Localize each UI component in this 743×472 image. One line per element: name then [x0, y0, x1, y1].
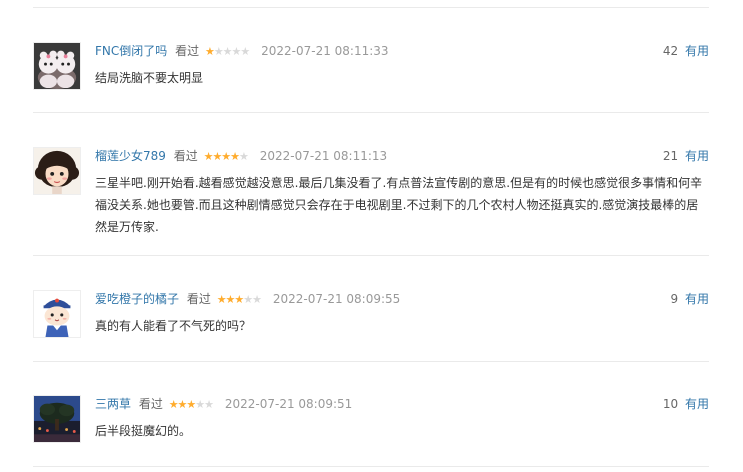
watch-status: 看过 — [186, 292, 211, 306]
useful-vote: 42 有用 — [663, 42, 709, 60]
avatar-image — [34, 291, 80, 337]
star-filled-icon: ★★★ — [216, 293, 245, 306]
star-filled-icon: ★★★★ — [203, 150, 240, 163]
comment-text: 结局洗脑不要太明显 — [95, 71, 204, 85]
useful-button[interactable]: 有用 — [685, 44, 709, 58]
rating-stars: ★★★★★ — [204, 43, 250, 61]
comment-text: 后半段挺魔幻的。 — [95, 424, 192, 438]
watch-status: 看过 — [175, 44, 200, 58]
useful-vote: 21 有用 — [663, 147, 709, 165]
username-link[interactable]: 榴莲少女789 — [95, 149, 166, 163]
avatar[interactable] — [33, 147, 81, 195]
avatar[interactable] — [33, 290, 81, 338]
comment-time: 2022-07-21 08:11:33 — [261, 44, 389, 58]
useful-button[interactable]: 有用 — [685, 292, 709, 306]
useful-button[interactable]: 有用 — [685, 397, 709, 411]
star-empty-icon: ★★ — [243, 293, 262, 306]
comment-item: 三两草 看过 ★★★★★ 2022-07-21 08:09:51 10 有用 后… — [33, 395, 709, 450]
divider — [33, 255, 709, 256]
divider — [33, 361, 709, 362]
star-filled-icon: ★ — [204, 45, 215, 58]
rating-stars: ★★★★★ — [168, 396, 214, 414]
divider — [33, 112, 709, 113]
watch-status: 看过 — [173, 149, 198, 163]
username-link[interactable]: 爱吃橙子的橘子 — [95, 292, 179, 306]
comment-item: 榴莲少女789 看过 ★★★★★ 2022-07-21 08:11:13 21 … — [33, 147, 709, 242]
useful-vote: 9 有用 — [671, 290, 709, 308]
comment-text: 真的有人能看了不气死的吗？ — [95, 319, 252, 333]
avatar-image — [34, 396, 80, 442]
comment-time: 2022-07-21 08:09:51 — [224, 397, 353, 411]
star-empty-icon: ★ — [239, 150, 249, 163]
comment-meta: 三两草 看过 ★★★★★ 2022-07-21 08:09:51 — [95, 395, 352, 413]
rating-stars: ★★★★★ — [203, 148, 249, 166]
comment-meta: FNC倒闭了吗 看过 ★★★★★ 2022-07-21 08:11:33 — [95, 42, 389, 60]
comment-text: 三星半吧.刚开始看.越看感觉越没意思.最后几集没看了.有点普法宣传剧的意思.但是… — [95, 176, 703, 234]
rating-stars: ★★★★★ — [216, 291, 262, 309]
avatar[interactable] — [33, 42, 81, 90]
useful-button[interactable]: 有用 — [685, 149, 709, 163]
divider — [33, 7, 709, 8]
star-empty-icon: ★★★★ — [213, 45, 250, 58]
useful-vote: 10 有用 — [663, 395, 709, 413]
comment-time: 2022-07-21 08:11:13 — [259, 149, 388, 163]
username-link[interactable]: 三两草 — [95, 397, 131, 411]
comment-item: 爱吃橙子的橘子 看过 ★★★★★ 2022-07-21 08:09:55 9 有… — [33, 290, 709, 345]
comment-time: 2022-07-21 08:09:55 — [272, 292, 401, 306]
vote-count: 9 — [670, 292, 679, 306]
comment-meta: 榴莲少女789 看过 ★★★★★ 2022-07-21 08:11:13 — [95, 147, 387, 165]
avatar-image — [34, 148, 80, 194]
comment-item: FNC倒闭了吗 看过 ★★★★★ 2022-07-21 08:11:33 42 … — [33, 42, 709, 102]
star-filled-icon: ★★★ — [168, 398, 197, 411]
vote-count: 21 — [662, 149, 679, 163]
vote-count: 42 — [662, 44, 679, 58]
watch-status: 看过 — [138, 397, 163, 411]
vote-count: 10 — [662, 397, 679, 411]
divider — [33, 466, 709, 467]
avatar-image — [34, 43, 80, 89]
avatar[interactable] — [33, 395, 81, 443]
star-empty-icon: ★★ — [195, 398, 214, 411]
comment-meta: 爱吃橙子的橘子 看过 ★★★★★ 2022-07-21 08:09:55 — [95, 290, 400, 308]
username-link[interactable]: FNC倒闭了吗 — [95, 44, 167, 58]
